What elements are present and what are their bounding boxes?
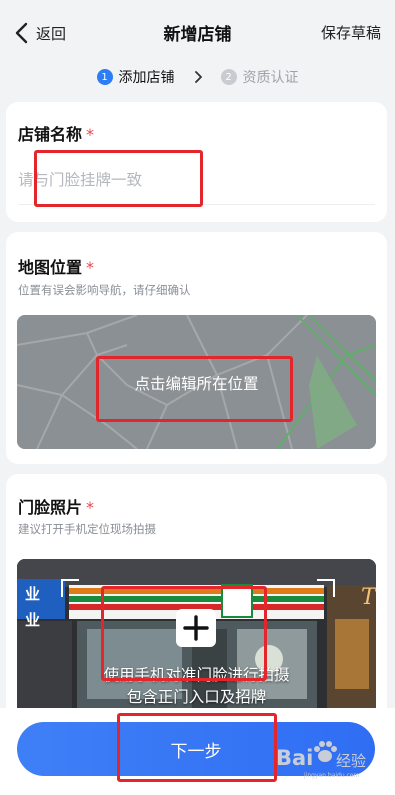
store-name-title-text: 店铺名称	[18, 125, 83, 144]
baidu-jingyan-watermark: Bai 经验 jingyan.baidu.com	[276, 738, 376, 779]
step-number-badge: 2	[220, 69, 237, 85]
storefront-photo-upload[interactable]: 业 业 T 使用手机对准门脸进行拍摄 包含正门入口及招牌	[17, 559, 376, 709]
back-label: 返回	[36, 24, 67, 43]
step-label: 资质认证	[242, 70, 299, 86]
edit-location-label: 点击编辑所在位置	[134, 375, 259, 393]
store-name-input[interactable]	[18, 156, 375, 205]
photo-tip-line-2: 包含正门入口及招牌	[126, 688, 267, 706]
watermark-suffix: 经验	[336, 752, 367, 770]
storefront-photo-card: 门脸照片 * 建议打开手机定位现场拍摄 业 业 T 使用手机对准门脸进行拍摄 包…	[6, 474, 387, 734]
required-mark: *	[86, 125, 95, 144]
store-name-card: 店铺名称 *	[6, 102, 387, 222]
paw-icon	[314, 741, 337, 762]
viewfinder-corner	[317, 579, 335, 597]
store-name-title: 店铺名称 *	[18, 121, 94, 145]
step-label: 添加店铺	[118, 70, 175, 86]
map-location-title: 地图位置 *	[18, 254, 94, 278]
watermark-brand: Bai	[276, 746, 314, 770]
map-location-card: 地图位置 * 位置有误会影响导航，请仔细确认 点击编辑所在位置	[6, 232, 387, 464]
required-mark: *	[86, 258, 95, 277]
viewfinder-corner	[61, 579, 79, 597]
add-photo-icon[interactable]	[176, 609, 216, 647]
step-number-badge: 1	[96, 69, 113, 85]
background-sign-text: 业 业	[25, 585, 41, 629]
required-mark: *	[86, 498, 95, 517]
chevron-right-icon	[194, 71, 202, 83]
save-draft-button[interactable]: 保存草稿	[321, 22, 381, 43]
photo-tip-line-1: 使用手机对准门脸进行拍摄	[103, 666, 290, 684]
back-button[interactable]: 返回	[14, 20, 66, 46]
map-location-title-text: 地图位置	[18, 258, 83, 277]
storefront-photo-title-text: 门脸照片	[18, 498, 83, 517]
watermark-url: jingyan.baidu.com	[304, 772, 360, 779]
map-preview[interactable]: 点击编辑所在位置	[17, 315, 376, 449]
background-sign-text: T	[361, 585, 376, 610]
storefront-photo-hint: 建议打开手机定位现场拍摄	[18, 522, 156, 536]
chevron-left-icon	[15, 22, 28, 44]
plus-icon	[183, 615, 209, 641]
map-location-hint: 位置有误会影响导航，请仔细确认	[18, 283, 191, 297]
step-qualification: 2 资质认证	[220, 67, 299, 87]
step-indicator: 1 添加店铺 2 资质认证	[0, 62, 395, 92]
storefront-photo-title: 门脸照片 *	[18, 494, 94, 518]
navigation-bar: 返回 新增店铺 保存草稿	[0, 0, 395, 62]
step-add-store: 1 添加店铺	[96, 67, 175, 87]
